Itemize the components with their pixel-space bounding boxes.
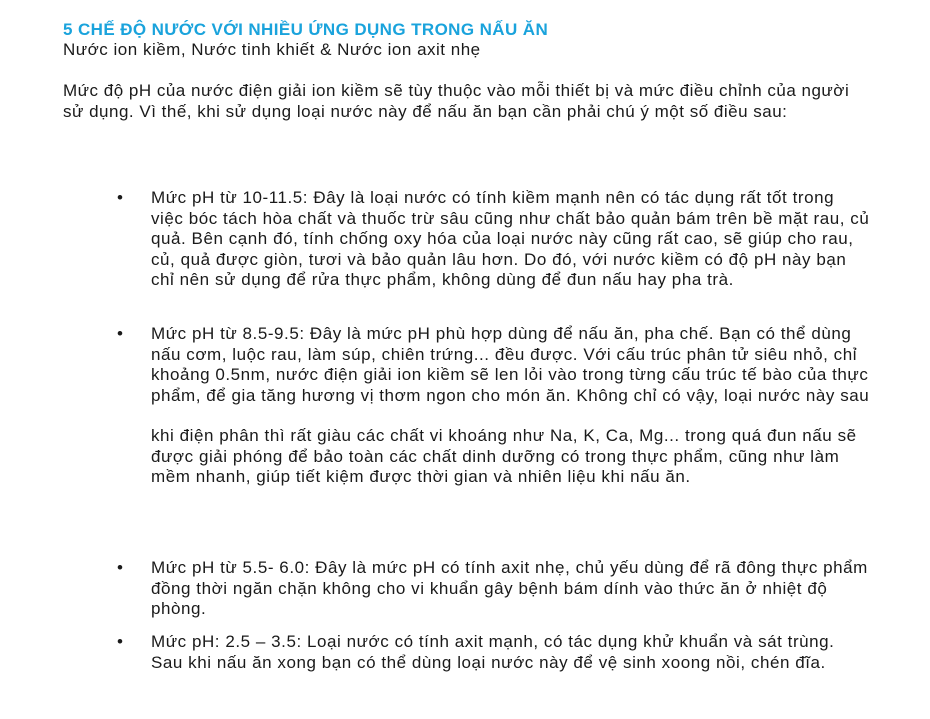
- list-item-text: Mức pH từ 8.5-9.5: Đây là mức pH phù hợp…: [151, 324, 871, 488]
- list-item-text: Mức pH: 2.5 – 3.5: Loại nước có tính axi…: [151, 632, 871, 673]
- list-item-paragraph: Mức pH từ 8.5-9.5: Đây là mức pH phù hợp…: [151, 324, 870, 405]
- list-item-text: Mức pH từ 5.5- 6.0: Đây là mức pH có tín…: [151, 558, 871, 620]
- list-item-continuation: khi điện phân thì rất giàu các chất vi k…: [151, 426, 857, 486]
- intro-paragraph: Mức độ pH của nước điện giải ion kiềm sẽ…: [63, 81, 850, 121]
- document-page: 5 CHẾ ĐỘ NƯỚC VỚI NHIỀU ỨNG DỤNG TRONG N…: [0, 0, 930, 719]
- bullet-marker: •: [117, 324, 123, 343]
- bullet-marker: •: [117, 188, 123, 207]
- document-subheading: Nước ion kiềm, Nước tinh khiết & Nước io…: [63, 40, 481, 59]
- bullet-marker: •: [117, 558, 123, 577]
- list-item-paragraph: Mức pH từ 10-11.5: Đây là loại nước có t…: [151, 188, 870, 289]
- list-item-text: Mức pH từ 10-11.5: Đây là loại nước có t…: [151, 188, 871, 291]
- bullet-marker: •: [117, 632, 123, 651]
- document-heading: 5 CHẾ ĐỘ NƯỚC VỚI NHIỀU ỨNG DỤNG TRONG N…: [63, 20, 549, 39]
- list-item-paragraph: Mức pH từ 5.5- 6.0: Đây là mức pH có tín…: [151, 558, 868, 618]
- list-item-paragraph: Mức pH: 2.5 – 3.5: Loại nước có tính axi…: [151, 632, 835, 672]
